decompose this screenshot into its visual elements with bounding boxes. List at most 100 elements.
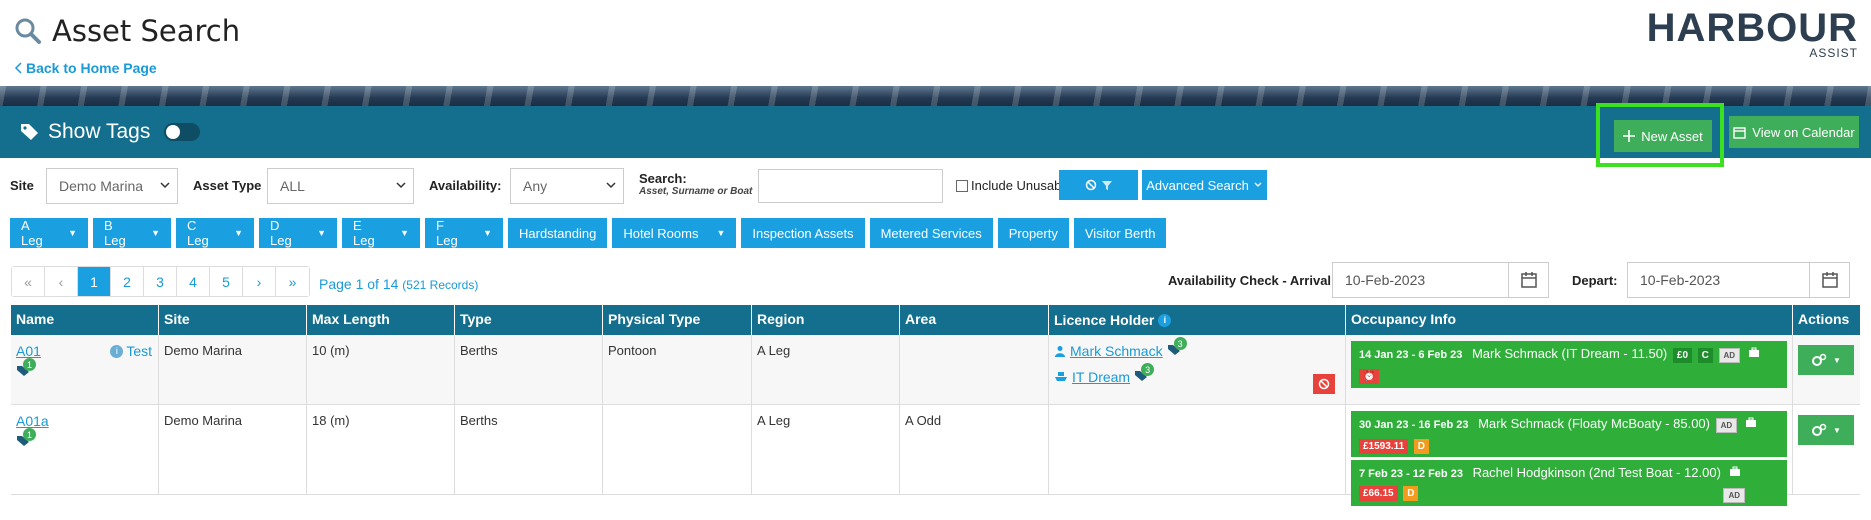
filter-icon (1101, 181, 1112, 190)
tag-badge[interactable]: 1 (16, 358, 36, 379)
tag-badge[interactable]: 1 (16, 428, 36, 449)
page-prev-button[interactable]: ‹ (45, 267, 78, 296)
asset-link[interactable]: A01a (16, 413, 49, 429)
cell-physical-type: Pontoon (603, 335, 752, 404)
column-header-name[interactable]: Name (11, 305, 159, 335)
briefcase-icon (1748, 347, 1759, 357)
page-5-button[interactable]: 5 (210, 267, 243, 296)
include-unusable-checkbox[interactable]: Include Unusable (956, 178, 1071, 193)
occupancy-entry[interactable]: 14 Jan 23 - 6 Feb 23 Mark Schmack (IT Dr… (1351, 341, 1787, 388)
column-header-site[interactable]: Site (159, 305, 307, 335)
gears-icon (1812, 353, 1827, 366)
show-tags-toggle[interactable] (164, 123, 201, 141)
occupancy-entry[interactable]: 30 Jan 23 - 16 Feb 23 Mark Schmack (Floa… (1351, 411, 1787, 457)
availability-label: Availability: (429, 178, 502, 193)
page-1-button[interactable]: 1 (78, 267, 111, 296)
asset-note: i Test (110, 343, 152, 359)
deposit-flag-chip: D (1413, 439, 1430, 454)
cell-name: A01 i Test 1 (11, 335, 159, 404)
boat-link[interactable]: IT Dream (1072, 369, 1130, 385)
column-header-physical-type[interactable]: Physical Type (603, 305, 752, 335)
tag-button-label: B Leg (104, 218, 126, 248)
logo-main-text: HARBOUR (1646, 6, 1858, 50)
tag-button-hotel-rooms[interactable]: Hotel Rooms ▼ (612, 218, 737, 248)
tag-button-a-leg[interactable]: A Leg ▼ (10, 218, 88, 248)
depart-date-input[interactable]: 10-Feb-2023 (1627, 262, 1850, 298)
clear-filter-button[interactable] (1059, 170, 1138, 200)
chevron-down-icon (396, 182, 406, 189)
view-on-calendar-button[interactable]: View on Calendar (1729, 116, 1859, 148)
occupancy-entry[interactable]: 7 Feb 23 - 12 Feb 23 Rachel Hodgkinson (… (1351, 460, 1787, 506)
include-unusable-label: Include Unusable (971, 178, 1072, 193)
page-next-button[interactable]: › (243, 267, 276, 296)
column-header-occupancy-info[interactable]: Occupancy Info (1346, 305, 1793, 335)
availability-select[interactable]: Any (510, 168, 624, 204)
page-last-button[interactable]: » (276, 267, 309, 296)
advanced-search-button[interactable]: Advanced Search (1142, 170, 1267, 200)
chevron-left-icon (14, 62, 22, 74)
tag-button-label: D Leg (270, 218, 292, 248)
record-count: (521 Records) (402, 278, 479, 292)
licence-holder-link[interactable]: Mark Schmack (1070, 343, 1163, 359)
tag-button-hardstanding[interactable]: Hardstanding (508, 218, 608, 248)
tag-badge[interactable]: 3 (1134, 363, 1155, 384)
block-icon (1085, 179, 1096, 191)
info-icon[interactable]: i (1158, 313, 1172, 327)
cell-type: Berths (455, 405, 603, 494)
arrival-label: Availability Check - Arrival: (1168, 273, 1336, 288)
asset-type-select[interactable]: ALL (267, 168, 414, 204)
page-3-button[interactable]: 3 (144, 267, 177, 296)
alarm-icon: ⏰ (1359, 369, 1380, 384)
caret-down-icon: ▼ (1833, 355, 1841, 365)
advanced-search-label: Advanced Search (1146, 177, 1249, 193)
block-icon[interactable] (1313, 374, 1335, 394)
arrival-date-input[interactable]: 10-Feb-2023 (1332, 262, 1549, 298)
tag-button-label: Hotel Rooms (623, 225, 699, 241)
occupancy-dates: 30 Jan 23 - 16 Feb 23 (1359, 419, 1469, 431)
info-icon[interactable]: i (110, 344, 124, 358)
cell-site: Demo Marina (159, 405, 307, 494)
tag-button-c-leg[interactable]: C Leg ▼ (176, 218, 254, 248)
view-on-calendar-label: View on Calendar (1752, 124, 1855, 140)
tag-button-visitor-berth[interactable]: Visitor Berth (1073, 218, 1167, 248)
tag-badge[interactable]: 3 (1167, 337, 1187, 358)
asset-link[interactable]: A01 (16, 343, 41, 359)
page-info-text: Page 1 of 14 (319, 276, 399, 292)
page-2-button[interactable]: 2 (111, 267, 144, 296)
new-asset-button[interactable]: New Asset (1614, 120, 1712, 152)
tag-button-label: Inspection Assets (752, 225, 854, 241)
tag-button-label: C Leg (187, 218, 209, 248)
column-header-region[interactable]: Region (752, 305, 900, 335)
cell-area (900, 335, 1049, 404)
column-header-area[interactable]: Area (900, 305, 1049, 335)
tag-button-property[interactable]: Property (997, 218, 1069, 248)
gears-icon (1812, 423, 1827, 436)
tag-button-b-leg[interactable]: B Leg ▼ (93, 218, 171, 248)
depart-date-value: 10-Feb-2023 (1640, 272, 1721, 288)
page-4-button[interactable]: 4 (177, 267, 210, 296)
column-header-max-length[interactable]: Max Length (307, 305, 455, 335)
tag-button-label: A Leg (21, 218, 43, 248)
tag-button-inspection-assets[interactable]: Inspection Assets (741, 218, 865, 248)
tag-button-f-leg[interactable]: F Leg ▼ (425, 218, 503, 248)
cell-occupancy: 30 Jan 23 - 16 Feb 23 Mark Schmack (Floa… (1346, 405, 1793, 506)
page-first-button[interactable]: « (12, 267, 45, 296)
calendar-icon[interactable] (1508, 263, 1548, 297)
back-to-home-link[interactable]: Back to Home Page (14, 60, 157, 76)
cell-licence-holder (1049, 405, 1346, 494)
actions-dropdown-button[interactable]: ▼ (1798, 415, 1854, 445)
checkbox-box[interactable] (956, 179, 968, 192)
search-label-text: Search: (639, 171, 687, 186)
actions-dropdown-button[interactable]: ▼ (1798, 345, 1854, 375)
tag-button-d-leg[interactable]: D Leg ▼ (259, 218, 337, 248)
search-input[interactable] (758, 169, 943, 203)
page-header: Asset Search Back to Home Page HARBOUR A… (0, 0, 1871, 86)
show-tags-label: Show Tags (48, 120, 151, 143)
tag-button-metered-services[interactable]: Metered Services (869, 218, 993, 248)
tag-button-e-leg[interactable]: E Leg ▼ (342, 218, 420, 248)
site-select[interactable]: Demo Marina (46, 168, 178, 204)
calendar-icon[interactable] (1809, 263, 1849, 297)
column-header-licence-holder[interactable]: Licence Holder i (1049, 305, 1346, 335)
column-header-type[interactable]: Type (455, 305, 603, 335)
new-asset-label: New Asset (1641, 128, 1703, 144)
